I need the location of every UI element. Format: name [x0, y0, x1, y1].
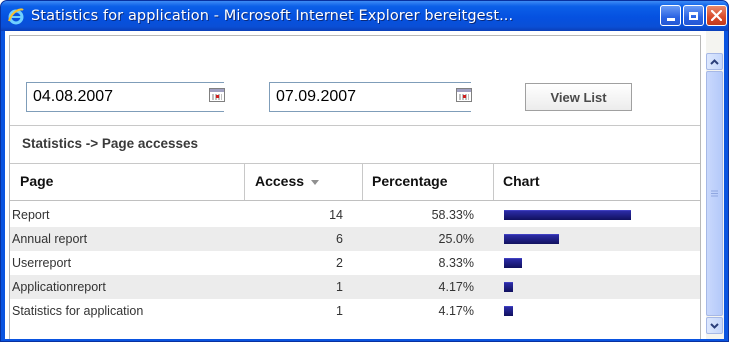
view-list-button[interactable]: View List: [525, 83, 632, 111]
calendar-icon[interactable]: [209, 88, 225, 102]
date-filter-row: 04.08.2007 07.09.2007 View List: [10, 36, 700, 126]
browser-window: Statistics for application - Microsoft I…: [0, 0, 729, 342]
chart-bar: [504, 282, 513, 292]
sort-descending-icon: [311, 179, 320, 185]
access-cell: 1: [336, 280, 343, 294]
access-cell: 6: [336, 232, 343, 246]
to-date-input[interactable]: 07.09.2007: [269, 82, 471, 112]
ie-icon: [7, 7, 25, 25]
percentage-cell: 58.33%: [431, 208, 474, 222]
vertical-scrollbar[interactable]: [706, 31, 724, 339]
title-bar[interactable]: Statistics for application - Microsoft I…: [1, 1, 728, 31]
access-cell: 2: [336, 256, 343, 270]
column-header-chart[interactable]: Chart: [494, 164, 700, 200]
chart-bar: [504, 258, 522, 268]
page-cell: Userreport: [12, 256, 72, 270]
percentage-cell: 4.17%: [438, 280, 474, 294]
window-title: Statistics for application - Microsoft I…: [31, 8, 514, 24]
grip-icon: [711, 190, 718, 197]
calendar-icon[interactable]: [456, 88, 472, 102]
statistics-panel: 04.08.2007 07.09.2007 View List Statisti…: [9, 35, 701, 339]
column-header-percentage[interactable]: Percentage: [363, 164, 494, 200]
scroll-up-button[interactable]: [706, 53, 723, 70]
minimize-icon: [666, 18, 675, 21]
page-cell: Report: [12, 208, 50, 222]
percentage-cell: 25.0%: [438, 232, 474, 246]
chart-bar: [504, 234, 559, 244]
page-cell: Annual report: [12, 232, 88, 246]
chevron-up-icon: [710, 58, 719, 65]
column-header-access[interactable]: Access: [245, 164, 363, 200]
minimize-button[interactable]: [660, 5, 681, 26]
scroll-down-button[interactable]: [706, 317, 723, 334]
close-icon: [711, 10, 722, 21]
table-row: Annual report 6 25.0%: [10, 227, 700, 251]
section-title: Statistics -> Page accesses: [10, 125, 700, 164]
page-content: 04.08.2007 07.09.2007 View List Statisti…: [5, 31, 705, 339]
maximize-button[interactable]: [683, 5, 704, 26]
column-header-page[interactable]: Page: [10, 164, 245, 200]
access-cell: 14: [329, 208, 343, 222]
table-header: Page Access Percentage Chart: [10, 164, 700, 201]
percentage-cell: 4.17%: [438, 304, 474, 318]
chart-bar: [504, 210, 631, 220]
page-cell: Statistics for application: [12, 304, 144, 318]
close-button[interactable]: [706, 5, 727, 26]
page-cell: Applicationreport: [12, 280, 106, 294]
access-cell: 1: [336, 304, 343, 318]
scrollbar-thumb[interactable]: [706, 71, 723, 316]
table-row: Report 14 58.33%: [10, 203, 700, 227]
table-row: Statistics for application 1 4.17%: [10, 299, 700, 323]
chart-bar: [504, 306, 513, 316]
table-row: Applicationreport 1 4.17%: [10, 275, 700, 299]
from-date-input[interactable]: 04.08.2007: [26, 82, 224, 112]
chevron-down-icon: [710, 322, 719, 329]
table-row: Userreport 2 8.33%: [10, 251, 700, 275]
maximize-icon: [689, 11, 698, 20]
percentage-cell: 8.33%: [438, 256, 474, 270]
page-viewport: 04.08.2007 07.09.2007 View List Statisti…: [5, 31, 724, 339]
table-body: Report 14 58.33% Annual report 6 25.0% U…: [10, 203, 700, 323]
